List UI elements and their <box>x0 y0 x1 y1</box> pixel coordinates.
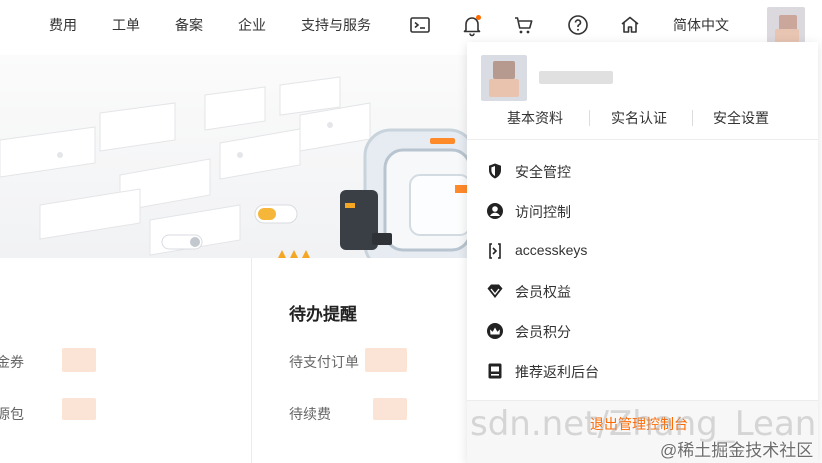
shield-icon <box>486 162 504 180</box>
menu-item-member-points[interactable]: 会员积分 <box>467 311 818 351</box>
terminal-icon[interactable] <box>408 13 432 37</box>
crown-icon <box>486 322 504 340</box>
promo-banner <box>0 55 470 258</box>
help-icon[interactable] <box>566 13 590 37</box>
resource-pack-label[interactable]: 源包 <box>0 404 24 424</box>
menu-item-security-control[interactable]: 安全管控 <box>467 151 818 191</box>
language-switch[interactable]: 简体中文 <box>673 16 729 34</box>
link-separator <box>692 110 693 126</box>
dropdown-avatar <box>481 55 527 101</box>
user-circle-icon <box>486 202 504 220</box>
menu-label: 会员积分 <box>515 324 571 340</box>
key-bracket-icon <box>486 242 504 260</box>
menu-label: 访问控制 <box>515 204 571 220</box>
menu-item-access-control[interactable]: 访问控制 <box>467 191 818 231</box>
bell-icon[interactable] <box>460 13 484 37</box>
basic-profile-link[interactable]: 基本资料 <box>507 108 563 128</box>
security-settings-link[interactable]: 安全设置 <box>713 108 769 128</box>
document-icon <box>486 362 504 380</box>
user-dropdown-menu: 基本资料 实名认证 安全设置 安全管控 访问控制 accesskeys 会员权益… <box>467 42 818 463</box>
menu-label: 安全管控 <box>515 164 571 180</box>
nav-enterprise[interactable]: 企业 <box>238 16 266 34</box>
pending-renewal-count-blurred <box>373 398 407 420</box>
nav-billing[interactable]: 费用 <box>49 16 77 34</box>
menu-label: accesskeys <box>515 242 588 258</box>
menu-item-member-benefits[interactable]: 会员权益 <box>467 271 818 311</box>
nav-support-services[interactable]: 支持与服务 <box>301 16 371 34</box>
username-blurred <box>539 71 613 84</box>
pending-payment-count-blurred <box>365 348 407 372</box>
menu-label: 推荐返利后台 <box>515 364 599 380</box>
pending-renewal-label[interactable]: 待续费 <box>289 404 331 424</box>
diamond-icon <box>486 282 504 300</box>
menu-item-referral-rebate[interactable]: 推荐返利后台 <box>467 351 818 391</box>
dropdown-divider <box>467 139 818 140</box>
card-divider <box>251 258 252 463</box>
link-separator <box>589 110 590 126</box>
profile-links: 基本资料 实名认证 安全设置 <box>467 106 818 132</box>
nav-tickets[interactable]: 工单 <box>112 16 140 34</box>
real-name-verification-link[interactable]: 实名认证 <box>611 108 667 128</box>
home-icon[interactable] <box>618 13 642 37</box>
notification-dot <box>476 15 481 20</box>
coupon-count-blurred <box>62 348 96 372</box>
resource-pack-count-blurred <box>62 398 96 420</box>
user-avatar[interactable] <box>767 7 805 43</box>
coupon-label[interactable]: 金券 <box>0 352 24 372</box>
pending-payment-orders-label[interactable]: 待支付订单 <box>289 352 359 372</box>
menu-item-accesskeys[interactable]: accesskeys <box>467 231 818 271</box>
nav-icp-filing[interactable]: 备案 <box>175 16 203 34</box>
community-watermark: @稀土掘金技术社区 <box>660 441 814 460</box>
todo-title: 待办提醒 <box>289 305 357 324</box>
menu-label: 会员权益 <box>515 284 571 300</box>
cart-icon[interactable] <box>512 13 536 37</box>
banner-illustration <box>0 76 470 258</box>
